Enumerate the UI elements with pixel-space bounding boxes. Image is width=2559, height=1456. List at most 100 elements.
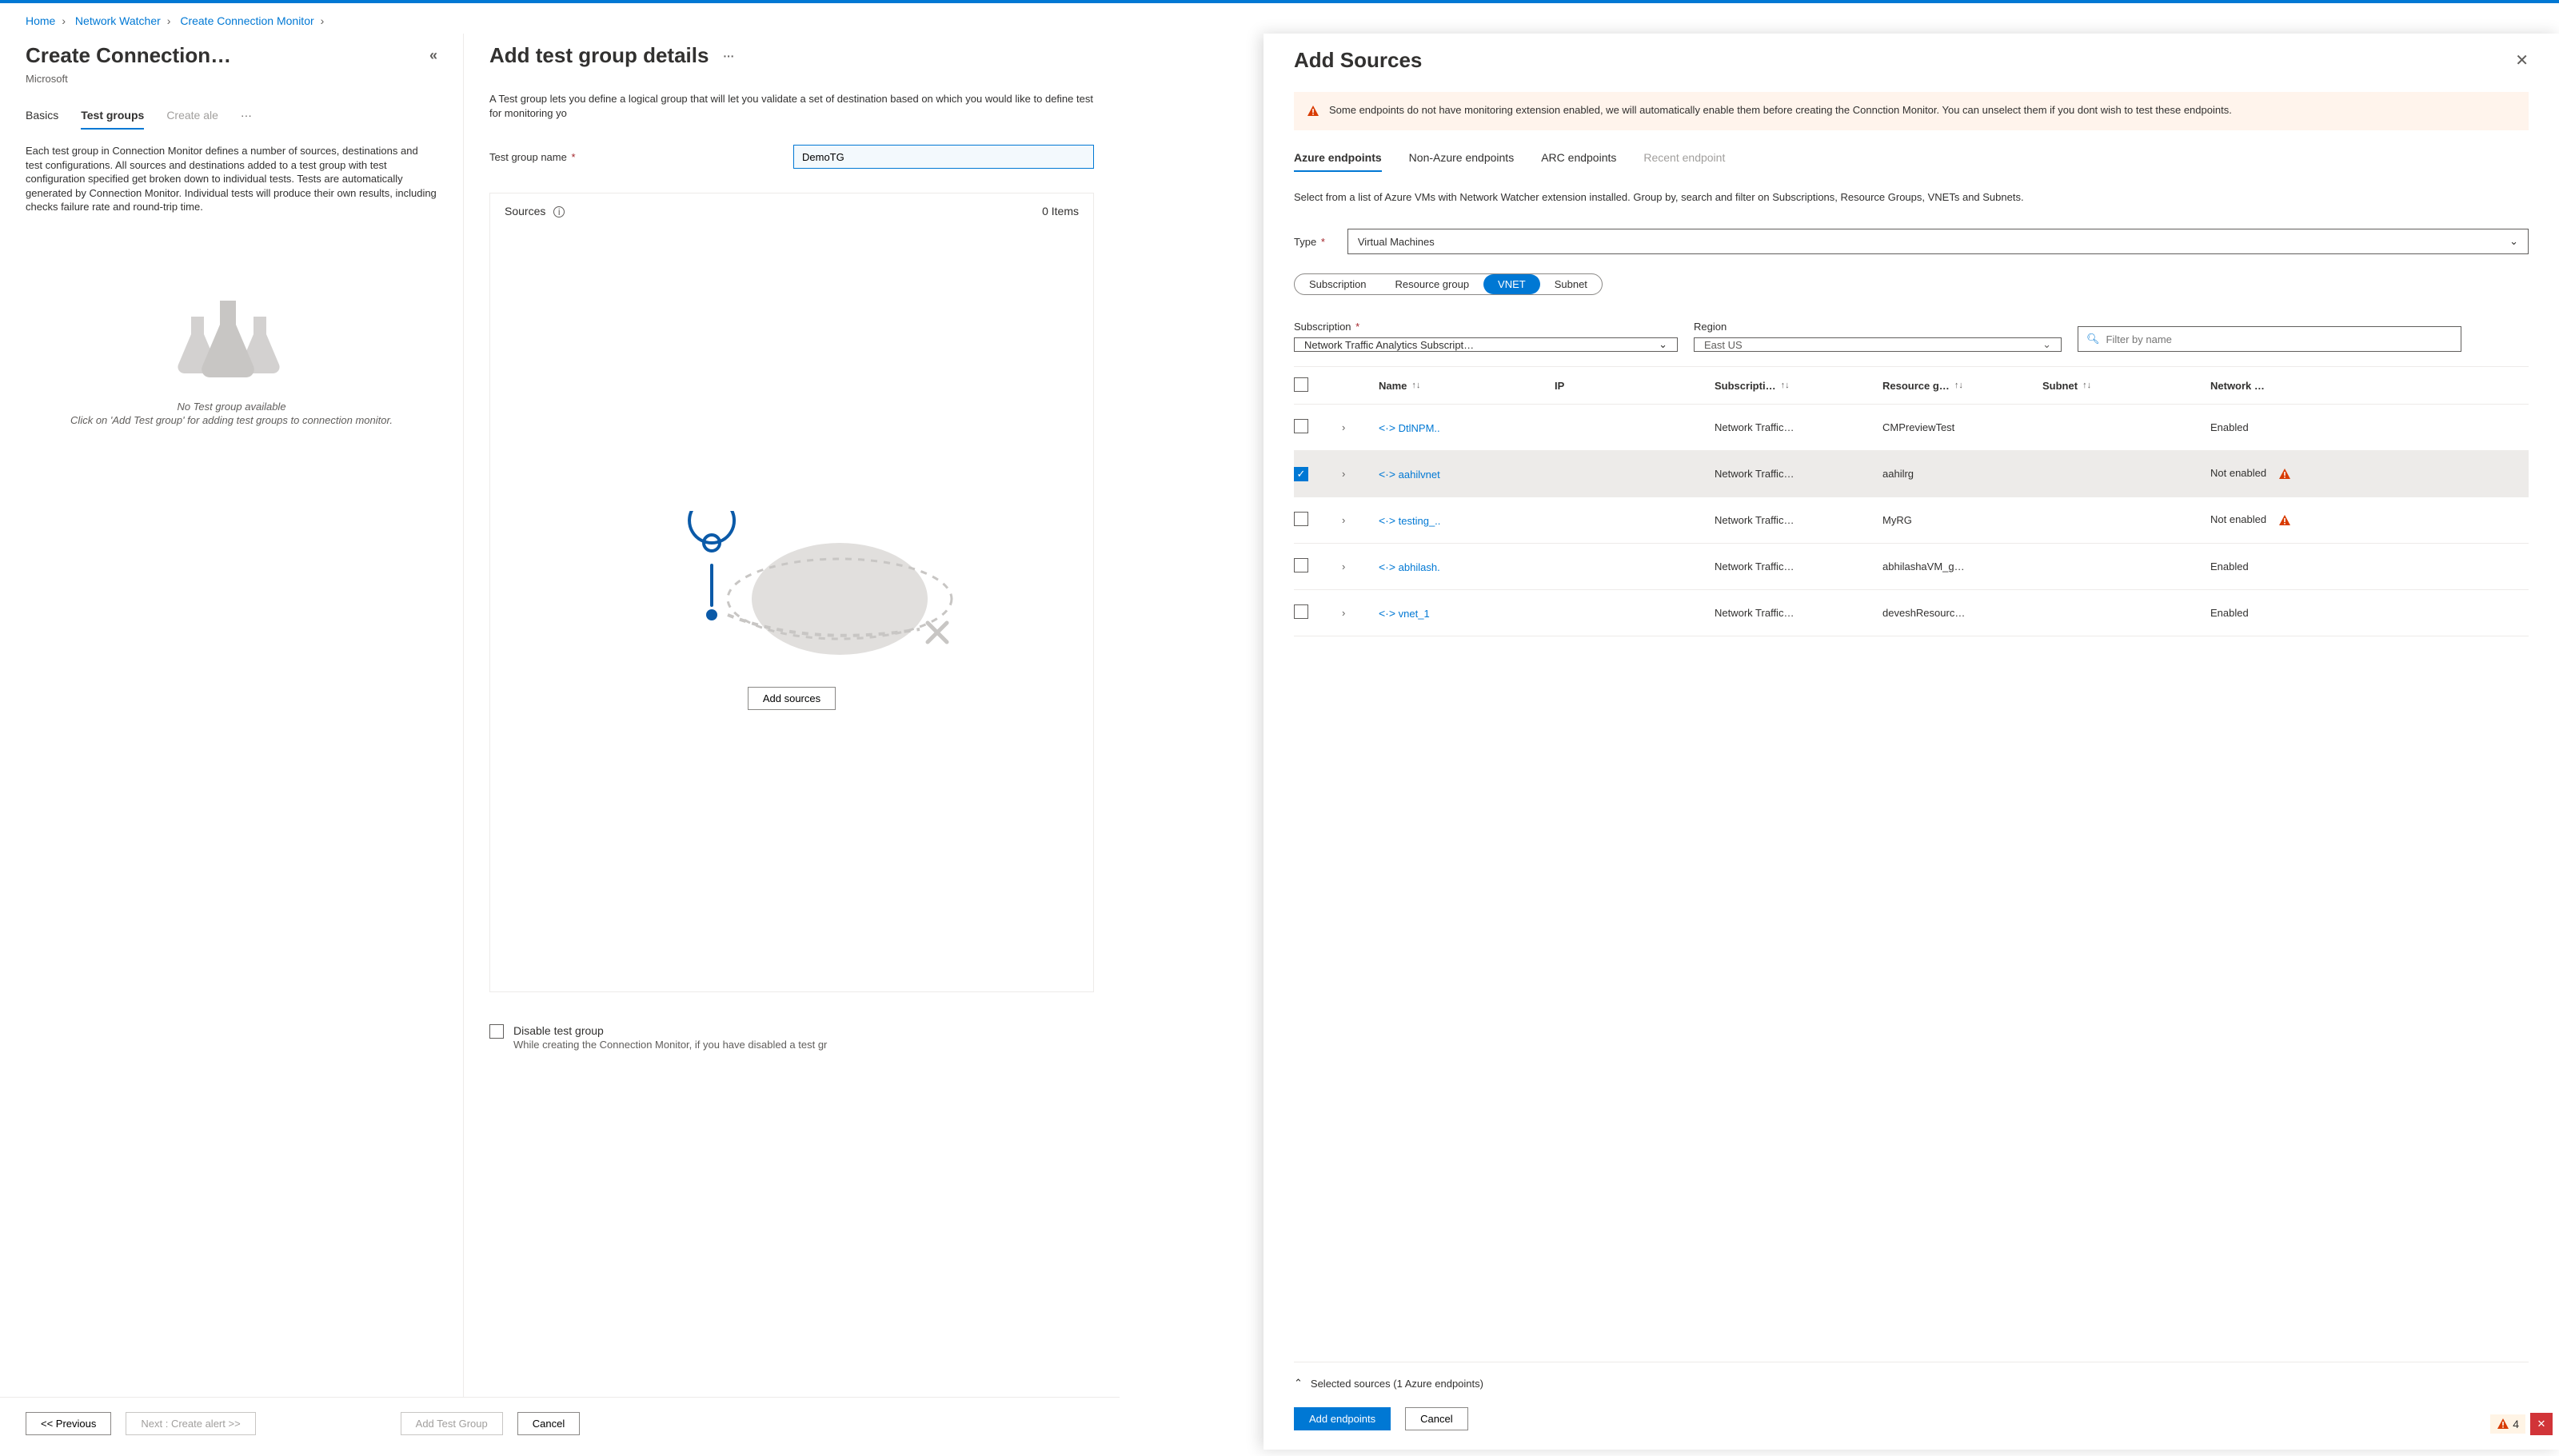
breadcrumb-home[interactable]: Home: [26, 14, 55, 27]
table-row[interactable]: › <·> DtlNPM.. Network Traffic…CMPreviewTe…: [1294, 405, 2529, 451]
row-network: Enabled: [2210, 607, 2529, 619]
table-row[interactable]: ›<·> vnet_1Network Traffic…deveshResourc…: [1294, 590, 2529, 636]
chevron-down-icon: ⌄: [1659, 338, 1667, 351]
items-count: 0 Items: [1042, 205, 1079, 217]
chevron-down-icon: ⌄: [2509, 235, 2518, 248]
error-badge[interactable]: ✕: [2530, 1413, 2553, 1435]
row-rg: aahilrg: [1882, 468, 2042, 480]
collapse-icon[interactable]: «: [429, 47, 437, 64]
vnet-icon: <·>: [1379, 468, 1395, 481]
add-sources-button[interactable]: Add sources: [748, 687, 836, 710]
row-name-link[interactable]: DtlNPM..: [1399, 422, 1440, 434]
col-subscription[interactable]: Subscripti… ↑↓: [1715, 380, 1882, 392]
tab-azure-endpoints[interactable]: Azure endpoints: [1294, 151, 1382, 172]
expand-icon[interactable]: ›: [1342, 514, 1345, 526]
col-network[interactable]: Network …: [2210, 380, 2529, 392]
col-name[interactable]: Name ↑↓: [1379, 380, 1555, 392]
col-subnet[interactable]: Subnet ↑↓: [2042, 380, 2210, 392]
pill-resource-group[interactable]: Resource group: [1381, 274, 1484, 294]
previous-button[interactable]: << Previous: [26, 1412, 111, 1435]
close-icon[interactable]: ✕: [2515, 50, 2529, 70]
row-checkbox[interactable]: ✓: [1294, 467, 1308, 481]
pill-subnet[interactable]: Subnet: [1540, 274, 1602, 294]
select-all-checkbox[interactable]: [1294, 377, 1308, 392]
expand-icon[interactable]: ›: [1342, 468, 1345, 480]
page-title: Create Connection…: [26, 43, 231, 68]
vnet-icon: <·>: [1379, 421, 1395, 434]
groupby-pills: Subscription Resource group VNET Subnet: [1294, 273, 1603, 295]
cancel-button[interactable]: Cancel: [517, 1412, 580, 1435]
subscription-select[interactable]: Network Traffic Analytics Subscript…⌄: [1294, 337, 1678, 352]
region-label: Region: [1694, 321, 2062, 333]
tab-arc[interactable]: ARC endpoints: [1541, 151, 1616, 172]
vnet-icon: <·>: [1379, 560, 1395, 573]
panel-cancel-button[interactable]: Cancel: [1405, 1407, 1467, 1430]
type-label: Type *: [1294, 236, 1325, 248]
col-ip[interactable]: IP: [1555, 380, 1715, 392]
warning-text: Some endpoints do not have monitoring ex…: [1329, 103, 2232, 118]
warning-badge[interactable]: 4: [2490, 1414, 2525, 1434]
row-rg: deveshResourc…: [1882, 607, 2042, 619]
tab-create-alert[interactable]: Create ale: [166, 109, 218, 130]
tab-more[interactable]: ···: [241, 109, 252, 130]
tg-name-label: Test group name *: [489, 151, 793, 163]
warning-icon: [2278, 514, 2291, 527]
expand-icon[interactable]: ›: [1342, 560, 1345, 572]
warning-icon: [2278, 468, 2291, 481]
pill-vnet[interactable]: VNET: [1483, 274, 1540, 294]
warning-banner: Some endpoints do not have monitoring ex…: [1294, 92, 2529, 130]
disable-tg-checkbox[interactable]: [489, 1024, 504, 1039]
row-name-link[interactable]: vnet_1: [1399, 608, 1430, 620]
publisher: Microsoft: [26, 73, 437, 85]
tg-name-input[interactable]: [793, 145, 1094, 169]
empty-subtitle: Click on 'Add Test group' for adding tes…: [26, 414, 437, 426]
breadcrumb-ccm[interactable]: Create Connection Monitor: [180, 14, 313, 27]
row-name-link[interactable]: abhilash.: [1399, 561, 1440, 573]
tab-test-groups[interactable]: Test groups: [81, 109, 144, 130]
disable-tg-sub: While creating the Connection Monitor, i…: [513, 1039, 827, 1051]
row-checkbox[interactable]: [1294, 419, 1308, 433]
type-select[interactable]: Virtual Machines ⌄: [1347, 229, 2529, 254]
expand-icon[interactable]: ›: [1342, 421, 1345, 433]
row-name-link[interactable]: testing_..: [1399, 515, 1441, 527]
row-checkbox[interactable]: [1294, 604, 1308, 619]
blade-more-icon[interactable]: ···: [723, 50, 734, 62]
blade-description: A Test group lets you define a logical g…: [489, 92, 1094, 121]
subscription-label: Subscription *: [1294, 321, 1678, 333]
breadcrumb-nw[interactable]: Network Watcher: [75, 14, 161, 27]
selected-summary[interactable]: ⌃ Selected sources (1 Azure endpoints): [1294, 1377, 2529, 1390]
row-subscription: Network Traffic…: [1715, 468, 1882, 480]
expand-icon[interactable]: ›: [1342, 607, 1345, 619]
table-row[interactable]: ✓›<·> aahilvnetNetwork Traffic…aahilrgNo…: [1294, 451, 2529, 497]
panel-description: Select from a list of Azure VMs with Net…: [1294, 190, 2529, 205]
row-name-link[interactable]: aahilvnet: [1399, 469, 1440, 481]
next-button[interactable]: Next : Create alert >>: [126, 1412, 255, 1435]
table-row[interactable]: ›<·> testing_..Network Traffic…MyRGNot e…: [1294, 497, 2529, 544]
row-rg: abhilashaVM_g…: [1882, 560, 2042, 572]
endpoints-grid: Name ↑↓ IP Subscripti… ↑↓ Resource g…↑↓ …: [1294, 366, 2529, 636]
table-row[interactable]: ›<·> abhilash.Network Traffic…abhilashaV…: [1294, 544, 2529, 590]
row-network: Enabled: [2210, 560, 2529, 572]
search-icon: 🔍︎: [2086, 333, 2100, 345]
region-select[interactable]: East US⌄: [1694, 337, 2062, 352]
add-endpoints-button[interactable]: Add endpoints: [1294, 1407, 1391, 1430]
row-subscription: Network Traffic…: [1715, 607, 1882, 619]
left-tabs: Basics Test groups Create ale ···: [26, 109, 437, 130]
chevron-down-icon: ⌄: [2042, 338, 2051, 351]
row-subscription: Network Traffic…: [1715, 421, 1882, 433]
col-rg[interactable]: Resource g…↑↓: [1882, 380, 2042, 392]
pill-subscription[interactable]: Subscription: [1295, 274, 1381, 294]
sources-label: Sources i: [505, 205, 565, 217]
tab-recent[interactable]: Recent endpoint: [1643, 151, 1725, 172]
panel-title: Add Sources: [1294, 48, 1422, 73]
tab-non-azure[interactable]: Non-Azure endpoints: [1409, 151, 1515, 172]
row-checkbox[interactable]: [1294, 512, 1308, 526]
panel-tabs: Azure endpoints Non-Azure endpoints ARC …: [1294, 151, 2529, 173]
info-icon[interactable]: i: [553, 206, 565, 217]
add-test-group-button[interactable]: Add Test Group: [401, 1412, 503, 1435]
row-rg: CMPreviewTest: [1882, 421, 2042, 433]
row-checkbox[interactable]: [1294, 558, 1308, 572]
filter-input[interactable]: 🔍︎: [2078, 326, 2461, 352]
row-rg: MyRG: [1882, 514, 2042, 526]
tab-basics[interactable]: Basics: [26, 109, 58, 130]
